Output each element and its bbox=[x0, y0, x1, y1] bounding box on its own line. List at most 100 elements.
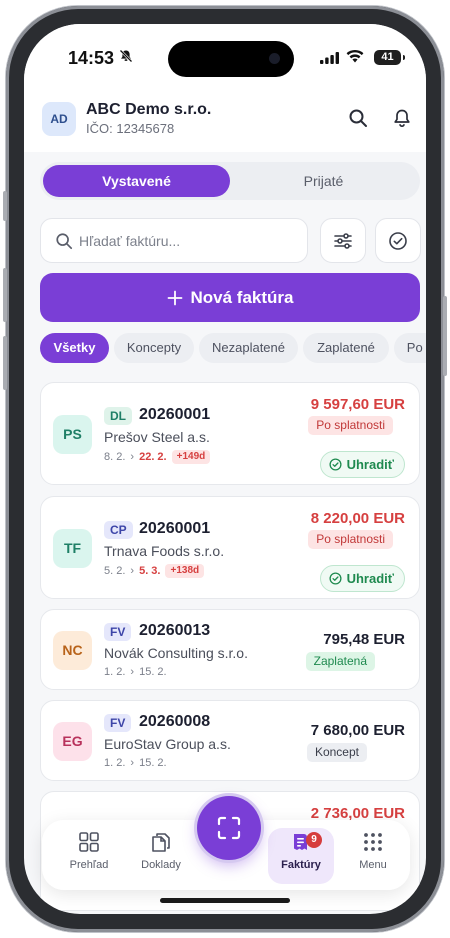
check-circle-icon bbox=[329, 572, 342, 585]
due-date: 5. 3. bbox=[139, 565, 161, 577]
client-initials: EG bbox=[53, 722, 92, 761]
due-date: 15. 2. bbox=[139, 757, 167, 769]
battery-indicator: 41 bbox=[374, 50, 405, 65]
invoice-card[interactable]: PS DL 20260001 Prešov Steel a.s. 8. 2. ›… bbox=[40, 382, 420, 485]
pay-invoice-label: Uhradiť bbox=[346, 457, 394, 472]
nav-menu-label: Menu bbox=[359, 859, 387, 871]
due-date: 15. 2. bbox=[139, 666, 167, 678]
invoice-search-box bbox=[40, 218, 308, 263]
new-invoice-label: Nová faktúra bbox=[190, 287, 294, 307]
status-badge: Zaplatená bbox=[305, 652, 375, 671]
status-badge: Po splatnosti bbox=[308, 416, 393, 435]
document-type-badge: FV bbox=[104, 714, 132, 732]
filter-chip-all[interactable]: Všetky bbox=[40, 333, 109, 363]
sliders-icon bbox=[334, 232, 352, 249]
search-button[interactable] bbox=[344, 104, 372, 132]
phone-frame: 14:53 41 AD ABC Demo s.r.o. IČO: 1234567… bbox=[3, 6, 447, 932]
grid-icon bbox=[79, 832, 99, 852]
invoice-amount: 795,48 EUR bbox=[323, 631, 405, 648]
status-badge: Po splatnosti bbox=[308, 530, 393, 549]
menu-dots-icon bbox=[364, 833, 382, 851]
filter-chip-drafts[interactable]: Koncepty bbox=[114, 333, 194, 363]
client-name: Trnava Foods s.r.o. bbox=[104, 543, 225, 559]
nav-overview-label: Prehľad bbox=[69, 859, 109, 871]
pay-invoice-label: Uhradiť bbox=[346, 571, 394, 586]
client-initials: PS bbox=[53, 415, 92, 454]
scan-icon bbox=[217, 816, 241, 840]
pay-invoice-button[interactable]: Uhradiť bbox=[319, 451, 405, 478]
invoice-card[interactable]: TF CP 20260001 Trnava Foods s.r.o. 5. 2.… bbox=[40, 496, 420, 599]
check-circle-icon bbox=[389, 231, 407, 250]
pay-invoice-button[interactable]: Uhradiť bbox=[319, 565, 405, 592]
power-button bbox=[443, 296, 447, 376]
invoice-card[interactable]: NC FV 20260013 Novák Consulting s.r.o. 1… bbox=[40, 609, 420, 690]
document-type-badge: DL bbox=[104, 407, 132, 425]
action-button bbox=[3, 191, 7, 221]
invoice-card[interactable]: EG FV 20260008 EuroStav Group a.s. 1. 2.… bbox=[40, 700, 420, 781]
arrow-right-icon: › bbox=[130, 451, 135, 463]
issue-date: 1. 2. bbox=[104, 757, 126, 769]
invoice-direction-tabs: Vystavené Prijaté bbox=[40, 162, 420, 200]
issue-date: 8. 2. bbox=[104, 451, 126, 463]
client-initials: NC bbox=[53, 631, 92, 670]
screen: 14:53 41 AD ABC Demo s.r.o. IČO: 1234567… bbox=[24, 24, 426, 914]
invoice-number: 20260001 bbox=[139, 406, 211, 423]
arrow-right-icon: › bbox=[130, 565, 135, 577]
invoice-dates: 8. 2. › 22. 2. +149d bbox=[104, 450, 211, 464]
invoice-number: 20260008 bbox=[139, 713, 211, 730]
search-icon bbox=[349, 109, 367, 127]
volume-up-button bbox=[3, 268, 7, 322]
company-name: ABC Demo s.r.o. bbox=[86, 101, 212, 118]
search-icon bbox=[56, 233, 73, 250]
issue-date: 5. 2. bbox=[104, 565, 126, 577]
select-mode-button[interactable] bbox=[375, 218, 421, 263]
filter-chip-unpaid[interactable]: Nezaplatené bbox=[199, 333, 298, 363]
home-indicator[interactable] bbox=[160, 898, 290, 903]
client-name: EuroStav Group a.s. bbox=[104, 736, 231, 752]
company-ico: IČO: 12345678 bbox=[86, 121, 175, 136]
wifi-icon bbox=[346, 49, 364, 63]
arrow-right-icon: › bbox=[130, 666, 135, 678]
status-time: 14:53 bbox=[68, 48, 115, 68]
documents-icon bbox=[152, 833, 170, 852]
document-type-badge: CP bbox=[104, 521, 133, 539]
client-name: Novák Consulting s.r.o. bbox=[104, 645, 248, 661]
client-initials: TF bbox=[53, 529, 92, 568]
due-date: 22. 2. bbox=[139, 451, 167, 463]
nav-documents-label: Doklady bbox=[141, 859, 181, 871]
filter-chip-overdue[interactable]: Po splatnosti bbox=[394, 333, 426, 363]
notifications-button[interactable] bbox=[388, 104, 416, 132]
invoice-dates: 1. 2. › 15. 2. bbox=[104, 666, 167, 678]
arrow-right-icon: › bbox=[130, 757, 135, 769]
status-bar: 14:53 41 bbox=[24, 24, 426, 82]
scan-document-button[interactable] bbox=[197, 796, 261, 860]
client-name: Prešov Steel a.s. bbox=[104, 429, 210, 445]
issue-date: 1. 2. bbox=[104, 666, 126, 678]
search-input[interactable] bbox=[79, 229, 299, 253]
invoice-amount: 9 597,60 EUR bbox=[310, 396, 405, 413]
volume-down-button bbox=[3, 336, 7, 390]
nav-documents[interactable]: Doklady bbox=[128, 828, 194, 884]
status-badge: Koncept bbox=[306, 743, 367, 762]
invoice-amount: 7 680,00 EUR bbox=[310, 722, 405, 739]
nav-invoices-label: Faktúry bbox=[281, 859, 321, 871]
plus-icon bbox=[167, 290, 182, 305]
nav-menu[interactable]: Menu bbox=[340, 828, 406, 884]
tab-received[interactable]: Prijaté bbox=[230, 165, 417, 197]
new-invoice-button[interactable]: Nová faktúra bbox=[40, 273, 420, 322]
nav-overview[interactable]: Prehľad bbox=[56, 828, 122, 884]
invoices-count-badge: 9 bbox=[306, 832, 322, 848]
invoice-dates: 5. 2. › 5. 3. +138d bbox=[104, 564, 205, 578]
tab-issued[interactable]: Vystavené bbox=[43, 165, 230, 197]
overdue-days-badge: +149d bbox=[171, 450, 211, 464]
company-avatar[interactable]: AD bbox=[42, 102, 76, 136]
bell-icon bbox=[394, 109, 410, 128]
invoice-number: 20260013 bbox=[139, 622, 211, 639]
invoice-number: 20260001 bbox=[139, 520, 211, 537]
document-type-badge: FV bbox=[104, 623, 132, 641]
filter-chip-paid[interactable]: Zaplatené bbox=[303, 333, 389, 363]
cellular-signal-icon bbox=[320, 52, 339, 64]
invoice-amount: 8 220,00 EUR bbox=[310, 510, 405, 527]
nav-invoices[interactable]: Faktúry 9 bbox=[268, 828, 334, 884]
filter-settings-button[interactable] bbox=[320, 218, 366, 263]
